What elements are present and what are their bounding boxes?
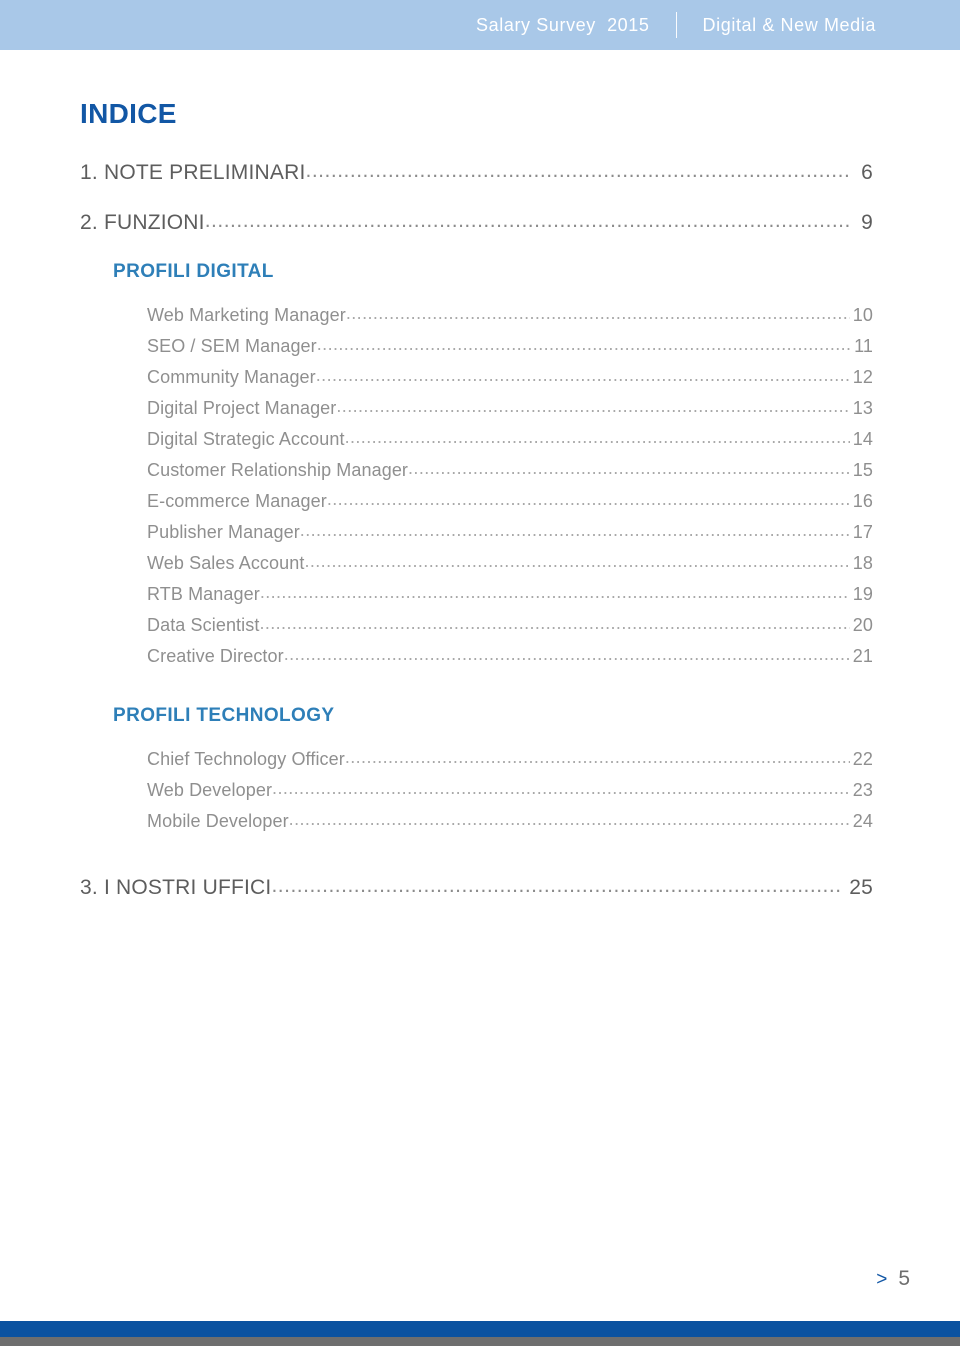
chevron-right-icon: > (876, 1269, 888, 1290)
toc-dot-leader: ........................................… (408, 458, 850, 478)
header-divider (675, 12, 677, 38)
toc-sub-row[interactable]: Publisher Manager ......................… (147, 520, 873, 543)
toc-main-page: 6 (861, 161, 873, 184)
toc-sub-label: Web Sales Account (147, 553, 305, 573)
footer-page-marker: > 5 (876, 1267, 910, 1291)
toc-sub-row[interactable]: Data Scientist .........................… (147, 613, 873, 636)
section-list-profili-digital: Web Marketing Manager ..................… (147, 303, 873, 667)
toc-dot-leader: ........................................… (345, 303, 850, 323)
toc-sub-page: 12 (852, 367, 873, 387)
footer-page-number: 5 (898, 1267, 910, 1290)
toc-main-row[interactable]: 3. I NOSTRI UFFICI .....................… (80, 874, 873, 900)
toc-dot-leader: ........................................… (344, 427, 850, 447)
toc-sub-row[interactable]: Chief Technology Officer ...............… (147, 747, 873, 770)
toc-sub-row[interactable]: Customer Relationship Manager ..........… (147, 458, 873, 481)
toc-dot-leader: ........................................… (299, 520, 850, 540)
toc-sub-label: E-commerce Manager (147, 491, 327, 511)
toc-sub-page: 13 (852, 398, 873, 418)
toc-sub-page: 20 (852, 615, 873, 635)
page-title: INDICE (80, 98, 177, 129)
toc-sub-page: 15 (852, 460, 873, 480)
toc-sub-label: Publisher Manager (147, 522, 300, 542)
toc-sub-page: 11 (854, 336, 873, 356)
toc-sub-row[interactable]: Mobile Developer .......................… (147, 809, 873, 832)
section-heading-profili-technology: PROFILI TECHNOLOGY (113, 705, 335, 726)
section-list-profili-technology: Chief Technology Officer ...............… (147, 747, 873, 832)
toc-dot-leader: ........................................… (259, 582, 850, 602)
toc-sub-label: Data Scientist (147, 615, 260, 635)
toc-sub-label: Community Manager (147, 367, 316, 387)
toc-sub-label: Customer Relationship Manager (147, 460, 409, 480)
page-body: INDICE 1. NOTE PRELIMINARI .............… (0, 50, 960, 1321)
toc-sub-label: Digital Project Manager (147, 398, 337, 418)
toc-dot-leader: ........................................… (288, 809, 850, 829)
toc-sub-row[interactable]: Community Manager ......................… (147, 365, 873, 388)
toc-sub-row[interactable]: Digital Strategic Account ..............… (147, 427, 873, 450)
toc-sub-label: Chief Technology Officer (147, 749, 345, 769)
toc-sub-page: 22 (852, 749, 873, 769)
toc-sub-page: 21 (852, 646, 873, 666)
toc-sub-label: RTB Manager (147, 584, 260, 604)
toc-sub-label: SEO / SEM Manager (147, 336, 317, 356)
toc-dot-leader: ........................................… (315, 365, 850, 385)
toc-dot-leader: ........................................… (259, 613, 849, 633)
toc-sub-page: 19 (852, 584, 873, 604)
section-heading-profili-digital: PROFILI DIGITAL (113, 261, 274, 282)
toc-dot-leader: ........................................… (272, 778, 850, 798)
page-header-band: Salary Survey 2015 Digital & New Media (0, 0, 960, 50)
toc-sub-label: Web Marketing Manager (147, 305, 346, 325)
toc-sub-row[interactable]: E-commerce Manager .....................… (147, 489, 873, 512)
toc-dot-leader: ........................................… (271, 874, 840, 897)
toc-sub-row[interactable]: Digital Project Manager ................… (147, 396, 873, 419)
toc-dot-leader: ........................................… (204, 209, 852, 232)
toc-main-label: 2. FUNZIONI (80, 211, 205, 234)
toc-sub-row[interactable]: Web Sales Account ......................… (147, 551, 873, 574)
toc-sub-page: 14 (852, 429, 873, 449)
footer-blue-bar (0, 1321, 960, 1337)
toc-sub-page: 18 (852, 553, 873, 573)
toc-dot-leader: ........................................… (344, 747, 850, 767)
toc-main-page: 9 (861, 211, 873, 234)
toc-dot-leader: ........................................… (316, 334, 852, 354)
toc-sub-page: 16 (852, 491, 873, 511)
toc-main-label: 1. NOTE PRELIMINARI (80, 161, 306, 184)
toc-dot-leader: ........................................… (326, 489, 850, 509)
toc-main-row[interactable]: 2. FUNZIONI ............................… (80, 209, 873, 235)
toc-sub-label: Digital Strategic Account (147, 429, 345, 449)
toc-sub-label: Web Developer (147, 780, 273, 800)
toc-main-label: 3. I NOSTRI UFFICI (80, 876, 272, 899)
toc-sub-page: 10 (852, 305, 873, 325)
toc-sub-label: Creative Director (147, 646, 284, 666)
toc-sub-page: 17 (852, 522, 873, 542)
toc-sub-row[interactable]: Web Developer ..........................… (147, 778, 873, 801)
header-section-title: Digital & New Media (702, 14, 876, 35)
footer-gray-bar (0, 1337, 960, 1346)
toc-main-row[interactable]: 1. NOTE PRELIMINARI ....................… (80, 159, 873, 185)
toc-sub-row[interactable]: Web Marketing Manager ..................… (147, 303, 873, 326)
header-survey-title: Salary Survey 2015 (476, 14, 650, 35)
toc-dot-leader: ........................................… (304, 551, 850, 571)
toc-content: INDICE 1. NOTE PRELIMINARI .............… (80, 100, 873, 926)
toc-dot-leader: ........................................… (305, 159, 853, 182)
toc-sub-page: 24 (852, 811, 873, 831)
toc-sub-row[interactable]: RTB Manager ............................… (147, 582, 873, 605)
toc-main-page: 25 (849, 876, 873, 899)
toc-sub-row[interactable]: SEO / SEM Manager ......................… (147, 334, 873, 357)
toc-dot-leader: ........................................… (283, 644, 850, 664)
toc-dot-leader: ........................................… (336, 396, 850, 416)
toc-sub-row[interactable]: Creative Director ......................… (147, 644, 873, 667)
toc-sub-page: 23 (852, 780, 873, 800)
toc-sub-label: Mobile Developer (147, 811, 289, 831)
